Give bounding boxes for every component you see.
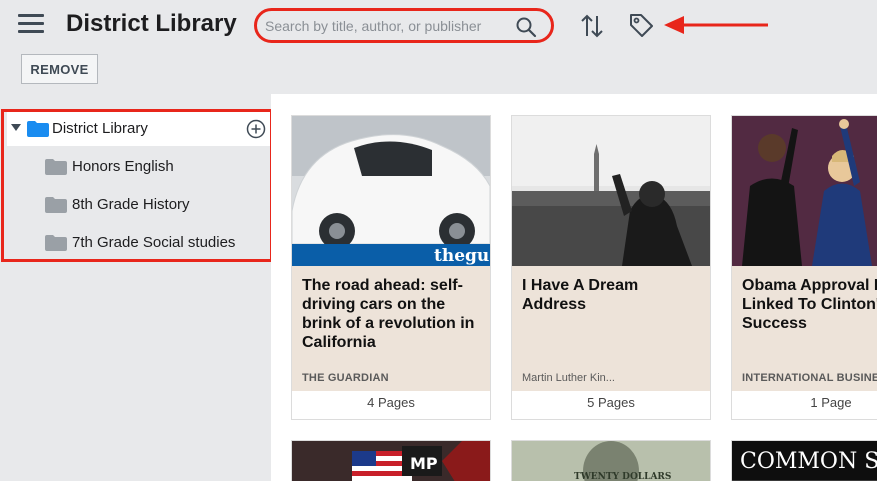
card-info: I Have A Dream Address Martin Luther Kin… — [512, 266, 710, 391]
document-thumbnail: theguardian — [292, 116, 490, 266]
card-source: INTERNATIONAL BUSINESS — [742, 372, 877, 384]
sidebar-item-honors-english[interactable]: Honors English — [7, 149, 270, 185]
tree-root-district-library[interactable]: District Library — [7, 112, 270, 146]
search-box — [254, 8, 554, 43]
sidebar-item-label: 7th Grade Social studies — [72, 234, 236, 251]
folder-tree: District Library Honors English 8th Grad… — [1, 109, 273, 262]
document-thumbnail — [512, 116, 710, 266]
add-folder-icon[interactable] — [246, 119, 266, 139]
document-card[interactable]: TWENTY DOLLARS — [511, 440, 711, 481]
thumbnail-watermark: COMMON SE — [740, 449, 877, 474]
document-thumbnail — [732, 116, 877, 266]
sidebar: District Library Honors English 8th Grad… — [0, 94, 273, 481]
sort-icon[interactable] — [578, 12, 606, 40]
thumbnail-watermark: TWENTY DOLLARS — [574, 472, 671, 481]
sidebar-item-8th-grade-history[interactable]: 8th Grade History — [7, 187, 270, 223]
folder-icon — [27, 121, 49, 137]
card-page-count: 5 Pages — [587, 395, 635, 410]
tree-root-label: District Library — [52, 120, 148, 137]
search-input[interactable] — [265, 14, 505, 38]
card-source: THE GUARDIAN — [302, 372, 389, 384]
card-info: Obama Approval Rating Linked To Clinton'… — [732, 266, 877, 391]
tag-icon[interactable] — [627, 11, 655, 39]
card-title: Obama Approval Rating Linked To Clinton'… — [742, 277, 877, 332]
top-bar: District Library — [0, 0, 877, 50]
remove-button[interactable]: REMOVE — [21, 54, 98, 84]
card-title: I Have A Dream Address — [522, 277, 639, 313]
document-card[interactable]: theguardian The road ahead: self-driving… — [291, 115, 491, 420]
thumbnail-watermark: theguardian — [434, 246, 490, 266]
card-page-count: 1 Page — [810, 395, 852, 410]
card-page-count: 4 Pages — [367, 395, 415, 410]
card-source: Martin Luther Kin... — [522, 372, 615, 384]
sidebar-item-label: 8th Grade History — [72, 196, 190, 213]
document-card[interactable]: COMMON SE — [731, 440, 877, 481]
document-card[interactable]: I Have A Dream Address Martin Luther Kin… — [511, 115, 711, 420]
sidebar-item-7th-grade-social-studies[interactable]: 7th Grade Social studies — [7, 225, 270, 261]
page-title: District Library — [66, 10, 237, 37]
folder-icon — [45, 159, 67, 175]
sidebar-item-label: Honors English — [72, 158, 174, 175]
document-card[interactable]: Obama Approval Rating Linked To Clinton'… — [731, 115, 877, 420]
folder-icon — [45, 235, 67, 251]
caret-down-icon[interactable] — [11, 124, 21, 131]
card-title: The road ahead: self-driving cars on the… — [302, 277, 475, 351]
folder-icon — [45, 197, 67, 213]
search-icon[interactable] — [515, 16, 537, 38]
annotation-arrow-icon — [664, 16, 768, 34]
document-grid: theguardian The road ahead: self-driving… — [271, 94, 877, 481]
menu-icon[interactable] — [18, 14, 44, 36]
thumbnail-watermark: MP — [410, 454, 438, 473]
card-info: The road ahead: self-driving cars on the… — [292, 266, 490, 391]
document-card[interactable]: MP — [291, 440, 491, 481]
